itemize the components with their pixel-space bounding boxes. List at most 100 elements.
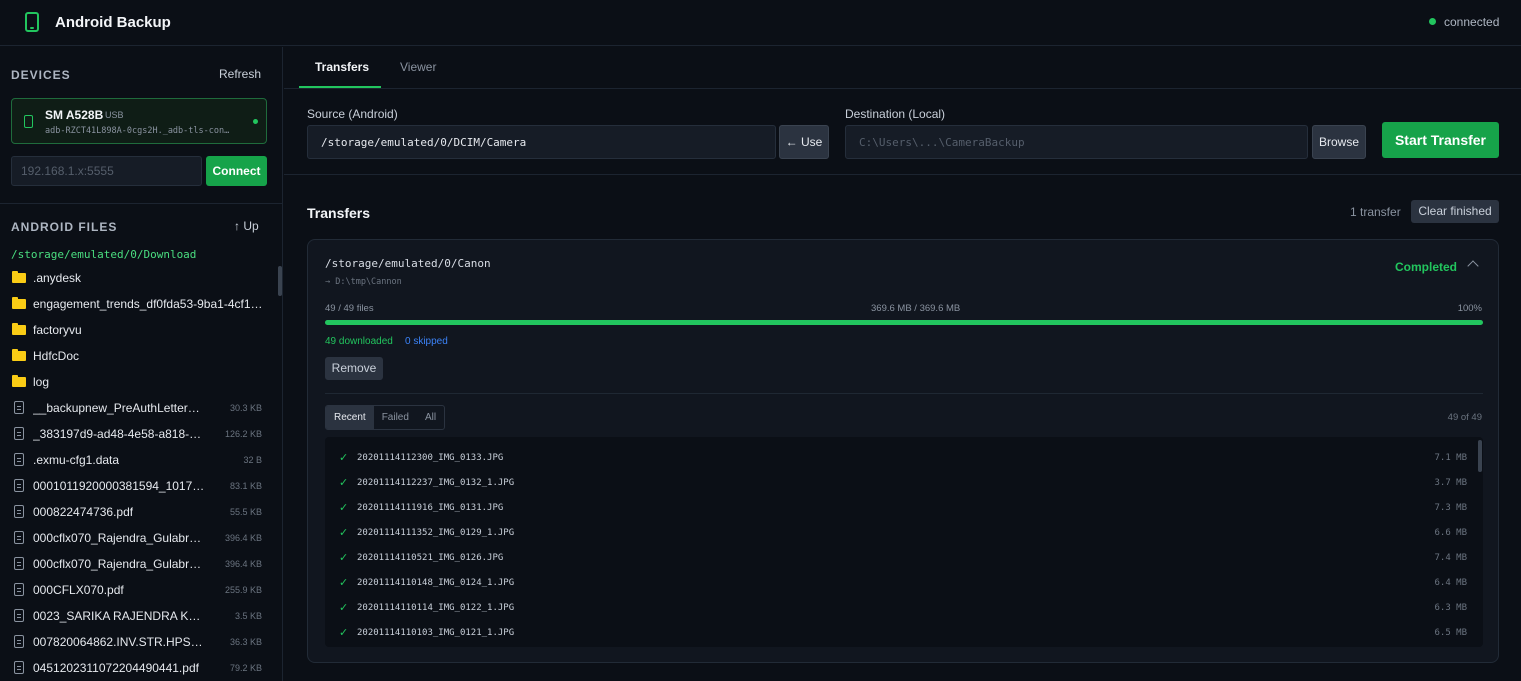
transferred-file-name: 20201114112300_IMG_0133.JPG <box>357 453 504 463</box>
source-path-input[interactable] <box>307 125 776 159</box>
connect-button[interactable]: Connect <box>206 156 267 186</box>
file-list: .anydesk engagement_trends_df0fda53-9ba1-… <box>0 265 282 681</box>
file-name: 007820064862.INV.STR.HPS.CST.2… <box>33 635 205 649</box>
connection-status-dot <box>1429 18 1436 25</box>
check-icon: ✓ <box>339 602 349 614</box>
file-name: factoryvu <box>33 323 82 337</box>
transferred-file-name: 20201114111916_IMG_0131.JPG <box>357 503 504 513</box>
check-icon: ✓ <box>339 577 349 589</box>
tab-bar: Transfers Viewer <box>284 47 1521 89</box>
file-name: log <box>33 375 50 389</box>
destination-path-input[interactable] <box>845 125 1308 159</box>
folder-item[interactable]: log <box>0 369 276 395</box>
device-serial: adb-RZCT41L898A-0cgs2H._adb-tls-con… <box>45 126 230 136</box>
file-name: 000cflx070_Rajendra_Gulabrao_K… <box>33 531 205 545</box>
up-button[interactable]: ↑ Up <box>234 219 259 233</box>
file-list-scrollbar[interactable] <box>1478 440 1482 472</box>
start-transfer-button[interactable]: Start Transfer <box>1382 122 1499 158</box>
transferred-file-row: ✓ 20201114112300_IMG_0133.JPG 7.1 MB <box>325 445 1483 470</box>
file-name: 000CFLX070.pdf <box>33 583 124 597</box>
file-size: 79.2 KB <box>229 663 262 673</box>
file-size: 30.3 KB <box>229 403 262 413</box>
app-header: Android Backup connected <box>0 0 1521 46</box>
remove-button[interactable]: Remove <box>325 357 383 380</box>
file-item[interactable]: 000cflx070_Rajendra_Gulabrao_K… 396.4 KB <box>0 525 276 551</box>
transferred-file-row: ✓ 20201114110521_IMG_0126.JPG 7.4 MB <box>325 545 1483 570</box>
filter-all[interactable]: All <box>417 406 444 429</box>
file-size: 32 B <box>243 455 262 465</box>
file-item[interactable]: 0001011920000381594_10172020… 83.1 KB <box>0 473 276 499</box>
percent-text: 100% <box>1457 303 1482 314</box>
check-icon: ✓ <box>339 502 349 514</box>
file-name: engagement_trends_df0fda53-9ba1-4cf1-… <box>33 297 265 311</box>
file-icon <box>14 661 24 674</box>
file-icon <box>14 531 24 544</box>
transfer-source-path: /storage/emulated/0/Canon <box>325 257 491 270</box>
devices-section-title: DEVICES <box>11 68 71 82</box>
transferred-file-row: ✓ 20201114111352_IMG_0129_1.JPG 6.6 MB <box>325 520 1483 545</box>
active-tab-indicator <box>299 86 381 88</box>
transfer-card: /storage/emulated/0/Canon → D:\tmp\Canno… <box>307 239 1499 663</box>
skipped-count: 0 skipped <box>405 336 448 347</box>
phone-icon <box>24 115 33 128</box>
file-name: HdfcDoc <box>33 349 80 363</box>
tab-transfers[interactable]: Transfers <box>315 60 369 74</box>
file-item[interactable]: 0023_SARIKA RAJENDRA KHOPE.pdf 3.5 KB <box>0 603 276 629</box>
check-icon: ✓ <box>339 527 349 539</box>
device-status-dot <box>253 119 258 124</box>
transferred-file-size: 7.4 MB <box>1434 553 1467 563</box>
sidebar-divider <box>0 203 282 204</box>
file-name: _383197d9-ad48-4e58-a818-c3e… <box>33 427 205 441</box>
file-icon <box>14 453 24 466</box>
transferred-file-name: 20201114112237_IMG_0132_1.JPG <box>357 478 515 488</box>
file-icon <box>14 479 24 492</box>
clear-finished-button[interactable]: Clear finished <box>1411 200 1499 223</box>
tab-viewer[interactable]: Viewer <box>400 60 436 74</box>
file-item[interactable]: 000CFLX070.pdf 255.9 KB <box>0 577 276 603</box>
transferred-file-row: ✓ 20201114110103_IMG_0121_1.JPG 6.5 MB <box>325 620 1483 645</box>
file-item[interactable]: _383197d9-ad48-4e58-a818-c3e… 126.2 KB <box>0 421 276 447</box>
refresh-button[interactable]: Refresh <box>219 67 261 81</box>
folder-item[interactable]: factoryvu <box>0 317 276 343</box>
check-icon: ✓ <box>339 477 349 489</box>
file-icon <box>14 635 24 648</box>
file-item[interactable]: 04512023110722044904​41.pdf 79.2 KB <box>0 655 276 681</box>
file-item[interactable]: 000822474736.pdf 55.5 KB <box>0 499 276 525</box>
folder-icon <box>12 349 26 361</box>
file-size: 36.3 KB <box>229 637 262 647</box>
device-card[interactable]: SM A528B USB adb-RZCT41L898A-0cgs2H._adb… <box>11 98 267 144</box>
check-icon: ✓ <box>339 452 349 464</box>
file-item[interactable]: 000cflx070_Rajendra_Gulabrao_K… 396.4 KB <box>0 551 276 577</box>
browse-button[interactable]: Browse <box>1312 125 1366 159</box>
file-icon <box>14 609 24 622</box>
folder-icon <box>12 375 26 387</box>
progress-bar <box>325 320 1483 325</box>
folder-item[interactable]: engagement_trends_df0fda53-9ba1-4cf1-… <box>0 291 276 317</box>
current-path: /storage/emulated/0/Download <box>11 248 197 261</box>
file-item[interactable]: __backupnew_PreAuthLetters_Add… 30.3 KB <box>0 395 276 421</box>
file-name: 0023_SARIKA RAJENDRA KHOPE.pdf <box>33 609 205 623</box>
file-size: 255.9 KB <box>224 585 262 595</box>
source-label: Source (Android) <box>307 107 398 121</box>
chevron-up-icon[interactable] <box>1467 260 1479 272</box>
main-divider <box>284 174 1521 175</box>
file-icon <box>14 427 24 440</box>
device-connection-type: USB <box>105 110 124 120</box>
file-item[interactable]: 007820064862.INV.STR.HPS.CST.2… 36.3 KB <box>0 629 276 655</box>
folder-item[interactable]: .anydesk <box>0 265 276 291</box>
filter-recent[interactable]: Recent <box>326 406 374 429</box>
file-size: 55.5 KB <box>229 507 262 517</box>
phone-icon <box>25 12 39 32</box>
folder-icon <box>12 297 26 309</box>
file-name: 04512023110722044904​41.pdf <box>33 661 199 675</box>
filter-failed[interactable]: Failed <box>374 406 417 429</box>
sidebar-scrollbar[interactable] <box>278 266 282 296</box>
transferred-file-size: 6.3 MB <box>1434 603 1467 613</box>
file-item[interactable]: .exmu-cfg1.data 32 B <box>0 447 276 473</box>
filter-group: Recent Failed All <box>325 405 446 430</box>
folder-item[interactable]: HdfcDoc <box>0 343 276 369</box>
ip-address-input[interactable] <box>11 156 202 186</box>
sidebar: DEVICES Refresh SM A528B USB adb-RZCT41L… <box>0 47 283 681</box>
use-path-button[interactable]: ← Use <box>779 125 829 159</box>
file-name: 000822474736.pdf <box>33 505 134 519</box>
